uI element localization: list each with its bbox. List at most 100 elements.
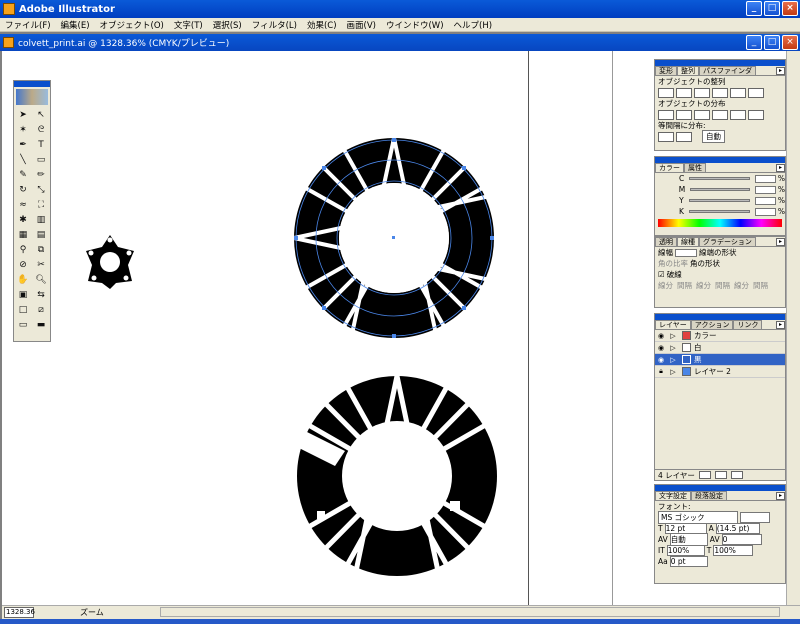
align-bottom-button[interactable] — [748, 87, 764, 98]
tab-character[interactable]: 文字設定 — [655, 491, 691, 500]
menu-effect[interactable]: 効果(C) — [302, 19, 342, 31]
panel-menu-button[interactable]: ▸ — [776, 67, 785, 75]
k-slider[interactable] — [688, 210, 750, 213]
gradient-tool-icon[interactable]: ▤ — [32, 227, 50, 242]
stroke-weight-field[interactable] — [675, 248, 697, 257]
lasso-tool-icon[interactable]: ᘓ — [32, 122, 50, 137]
vertical-scrollbar[interactable] — [786, 51, 800, 605]
close-button[interactable]: × — [782, 1, 798, 16]
menu-window[interactable]: ウインドウ(W) — [381, 19, 449, 31]
maximize-button[interactable]: □ — [764, 1, 780, 16]
align-vcenter-button[interactable] — [730, 87, 746, 98]
eye-icon[interactable]: ◉ — [655, 344, 667, 352]
layer-row[interactable]: ◉ ▷ 白 — [655, 342, 785, 354]
tab-paragraph[interactable]: 段落設定 — [691, 491, 727, 500]
delete-layer-button[interactable] — [730, 471, 743, 479]
dash-checkbox[interactable]: ☑ — [658, 270, 665, 279]
menu-help[interactable]: ヘルプ(H) — [449, 19, 498, 31]
color-spectrum-bar[interactable] — [658, 219, 782, 227]
color-mode-icon[interactable]: □ — [14, 302, 32, 317]
expand-triangle-icon[interactable]: ▷ — [667, 356, 679, 364]
tab-gradient[interactable]: グラデーション — [699, 237, 756, 246]
blend-tool-icon[interactable]: ⧉ — [32, 242, 50, 257]
doc-close-button[interactable]: × — [782, 35, 798, 50]
hand-tool-icon[interactable]: ✋ — [14, 272, 32, 287]
tab-layers[interactable]: レイヤー — [655, 320, 691, 329]
toolbox-header[interactable] — [14, 81, 50, 87]
magic-wand-tool-icon[interactable]: ✶ — [14, 122, 32, 137]
star-ring-artwork[interactable] — [80, 231, 140, 291]
none-mode-icon[interactable]: ⧄ — [32, 302, 50, 317]
stroke-panel-menu-button[interactable]: ▸ — [776, 238, 785, 246]
y-value[interactable] — [754, 196, 776, 205]
m-value[interactable] — [755, 185, 776, 194]
character-panel-menu-button[interactable]: ▸ — [776, 492, 785, 500]
rectangle-tool-icon[interactable]: ▭ — [32, 152, 50, 167]
selection-tool-icon[interactable]: ➤ — [14, 107, 32, 122]
layers-panel-menu-button[interactable]: ▸ — [776, 321, 785, 329]
horizontal-scrollbar[interactable] — [160, 607, 780, 617]
free-transform-tool-icon[interactable]: ⛶ — [32, 197, 50, 212]
paintbrush-tool-icon[interactable]: ✎ — [14, 167, 32, 182]
expand-triangle-icon[interactable]: ▷ — [667, 368, 679, 376]
ring-artwork[interactable] — [295, 371, 500, 581]
layer-row[interactable]: 🔒︎ ▷ レイヤー 2 — [655, 366, 785, 378]
eye-icon[interactable]: ◉ — [655, 332, 667, 340]
tab-pathfinder[interactable]: パスファインダ — [699, 66, 756, 75]
swap-colors-icon[interactable]: ⇆ — [32, 287, 50, 302]
graph-tool-icon[interactable]: ▥ — [32, 212, 50, 227]
tab-actions[interactable]: アクション — [690, 320, 734, 329]
mesh-tool-icon[interactable]: ▦ — [14, 227, 32, 242]
align-right-button[interactable] — [694, 87, 710, 98]
font-style-field[interactable] — [740, 512, 770, 523]
menu-select[interactable]: 選択(S) — [208, 19, 247, 31]
menu-edit[interactable]: 編集(E) — [56, 19, 95, 31]
pen-tool-icon[interactable]: ✒ — [14, 137, 32, 152]
tab-links[interactable]: リンク — [733, 320, 763, 329]
k-value[interactable] — [754, 207, 776, 216]
tab-attributes[interactable]: 属性 — [684, 163, 706, 172]
selected-ring-artwork[interactable] — [292, 136, 497, 341]
color-panel-menu-button[interactable]: ▸ — [776, 164, 785, 172]
dist-hcenter-button[interactable] — [730, 109, 746, 120]
tracking-field[interactable]: 0 — [721, 534, 762, 545]
dist-bottom-button[interactable] — [694, 109, 710, 120]
doc-restore-button[interactable]: □ — [764, 35, 780, 50]
tab-stroke[interactable]: 線種 — [677, 237, 699, 246]
full-screen-mode-icon[interactable]: ▬ — [32, 317, 50, 332]
symbol-sprayer-tool-icon[interactable]: ✱ — [14, 212, 32, 227]
direct-selection-tool-icon[interactable]: ↖ — [32, 107, 50, 122]
dist-right-button[interactable] — [748, 109, 764, 120]
scissors-tool-icon[interactable]: ✂ — [32, 257, 50, 272]
tab-transparency[interactable]: 透明 — [655, 237, 677, 246]
vscale-field[interactable]: 100% — [666, 545, 705, 556]
baseline-field[interactable]: 0 pt — [669, 556, 708, 567]
spacing-value-field[interactable]: 自動 — [702, 130, 725, 143]
screen-mode-icon[interactable]: ▭ — [14, 317, 32, 332]
tab-transform[interactable]: 変形 — [655, 66, 677, 75]
menu-type[interactable]: 文字(T) — [169, 19, 208, 31]
eye-icon[interactable]: ◉ — [655, 356, 667, 364]
eyedropper-tool-icon[interactable]: ⚲ — [14, 242, 32, 257]
menu-filter[interactable]: フィルタ(L) — [247, 19, 302, 31]
m-slider[interactable] — [690, 188, 751, 191]
minimize-button[interactable]: _ — [746, 1, 762, 16]
layer-row[interactable]: ◉ ▷ カラー — [655, 330, 785, 342]
menu-object[interactable]: オブジェクト(O) — [95, 19, 169, 31]
align-left-button[interactable] — [658, 87, 674, 98]
new-sublayer-button[interactable] — [698, 471, 711, 479]
dist-vcenter-button[interactable] — [676, 109, 692, 120]
lock-icon[interactable]: 🔒︎ — [655, 367, 667, 376]
rotate-tool-icon[interactable]: ↻ — [14, 182, 32, 197]
warp-tool-icon[interactable]: ≈ — [14, 197, 32, 212]
new-layer-button[interactable] — [714, 471, 727, 479]
doc-minimize-button[interactable]: _ — [746, 35, 762, 50]
leading-field[interactable]: (14.5 pt) — [715, 523, 760, 534]
type-tool-icon[interactable]: T — [32, 137, 50, 152]
hscale-field[interactable]: 100% — [713, 545, 754, 556]
line-tool-icon[interactable]: ╲ — [14, 152, 32, 167]
expand-triangle-icon[interactable]: ▷ — [667, 332, 679, 340]
menu-file[interactable]: ファイル(F) — [0, 19, 56, 31]
slice-tool-icon[interactable]: ⊘ — [14, 257, 32, 272]
menu-view[interactable]: 画面(V) — [342, 19, 381, 31]
